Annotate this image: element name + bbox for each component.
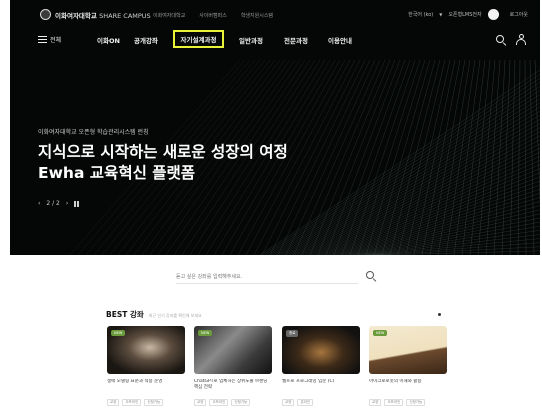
course-tag: 신청가능 [144, 399, 164, 406]
course-title: 웹프로 프로그래밍 입문 (C) [282, 379, 335, 384]
search-underline [176, 283, 358, 284]
site-logo-text: 이화여자대학교 SHARE CAMPUS [55, 10, 151, 20]
course-badge: NEW [111, 330, 126, 336]
course-meta: 교양 오프라인 신청가능 [369, 399, 447, 406]
course-search: 듣고 싶은 강좌를 입력해주세요. [176, 270, 380, 284]
course-tag: 교양 [107, 399, 120, 406]
slide-counter: 2 / 2 [46, 200, 60, 207]
chevron-down-icon: ▼ [439, 12, 443, 17]
pause-icon[interactable] [74, 200, 79, 207]
course-title: ChatGPT로 업체하는 상위노출 브랜딩 핵심 전략 [194, 379, 268, 390]
course-card[interactable]: 종료 웹프로 프로그래밍 입문 (C) 교양 온라인 [282, 326, 360, 406]
next-slide-button[interactable]: › [66, 200, 68, 207]
course-thumbnail: NEW [107, 326, 185, 374]
course-thumbnail: NEW [194, 326, 272, 374]
lms-label: 오픈형LMS전자 [448, 12, 482, 18]
main-nav: 전체 이화ON 공개강좌 자기설계과정 일반과정 전문과정 이용안내 [10, 28, 540, 54]
university-seal-icon [40, 9, 51, 20]
course-card[interactable]: NEW ChatGPT로 업체하는 상위노출 브랜딩 핵심 전략 교양 오프라인… [194, 326, 272, 406]
best-title: BEST 강좌 [106, 310, 144, 319]
course-tag: 교양 [369, 399, 382, 406]
hero-title: 지식으로 시작하는 새로운 성장의 여정 Ewha 교육혁신 플랫폼 [38, 142, 288, 184]
search-submit-icon[interactable] [366, 271, 376, 282]
more-dot-icon[interactable] [438, 313, 441, 316]
course-card[interactable]: NEW 마이크로로봇의 이해와 활용 교양 오프라인 신청가능 [369, 326, 447, 406]
nav-item-guide[interactable]: 이용안내 [328, 35, 352, 45]
utility-link-ewha[interactable]: 이화여자대학교 [153, 12, 185, 19]
search-input[interactable]: 듣고 싶은 강좌를 입력해주세요. [176, 273, 242, 280]
course-tag: 오프라인 [209, 399, 229, 406]
utility-links: 이화여자대학교 사이버캠퍼스 학생지원시스템 [153, 12, 273, 19]
course-badge: NEW [198, 330, 213, 336]
course-badge: 종료 [286, 330, 299, 337]
utility-link-student[interactable]: 학생지원시스템 [241, 12, 273, 19]
nav-icons [496, 34, 526, 46]
course-title: 생애 모델링 표준과 적용 운영 [107, 379, 163, 384]
logout-link[interactable]: 로그아웃 [510, 11, 528, 18]
all-menu-label: 전체 [50, 37, 62, 44]
utility-right: 한국어 (ko) ▼ 오픈형LMS전자 로그아웃 [408, 9, 528, 20]
best-section-header: BEST 강좌 최근 인기 강좌를 확인해 보세요 [106, 309, 202, 320]
brand-name-en: SHARE CAMPUS [99, 11, 151, 20]
hero-subtitle: 이화여자대학교 오픈형 학습관리시스템 런칭 [38, 129, 149, 136]
course-meta: 교양 온라인 [282, 399, 360, 406]
course-tag: 오프라인 [122, 399, 142, 406]
course-badge: NEW [373, 330, 388, 336]
hamburger-icon [38, 36, 47, 44]
all-menu-button[interactable]: 전체 [38, 35, 61, 44]
hero-pager: ‹ 2 / 2 › [38, 200, 79, 207]
course-tag: 온라인 [297, 399, 314, 406]
theme-toggle[interactable] [487, 9, 499, 20]
hero-banner: 이화여자대학교 SHARE CAMPUS 이화여자대학교 사이버캠퍼스 학생지원… [10, 0, 540, 255]
course-tag: 교양 [194, 399, 207, 406]
course-tag: 교양 [282, 399, 295, 406]
brand-name-ko: 이화여자대학교 [55, 11, 97, 20]
course-tag: 신청가능 [231, 399, 251, 406]
course-thumbnail: NEW [369, 326, 447, 374]
utility-link-cyber[interactable]: 사이버캠퍼스 [199, 12, 227, 19]
course-tag: 신청가능 [406, 399, 426, 406]
language-select[interactable]: 한국어 (ko) [408, 11, 433, 18]
course-title: 마이크로로봇의 이해와 활용 [369, 379, 422, 384]
site-logo[interactable]: 이화여자대학교 SHARE CAMPUS [40, 9, 151, 20]
course-tag: 오프라인 [384, 399, 404, 406]
hero-title-line2: Ewha 교육혁신 플랫폼 [38, 164, 196, 182]
best-description: 최근 인기 강좌를 확인해 보세요 [148, 313, 202, 318]
user-icon[interactable] [516, 34, 526, 45]
course-meta: 교양 오프라인 신청가능 [194, 399, 272, 406]
course-card[interactable]: NEW 생애 모델링 표준과 적용 운영 교양 오프라인 신청가능 [107, 326, 185, 406]
nav-item-self-design[interactable]: 자기설계과정 [173, 30, 224, 48]
nav-item-ewha-on[interactable]: 이화ON [97, 35, 120, 45]
nav-item-general[interactable]: 일반과정 [239, 35, 263, 45]
search-icon[interactable] [496, 34, 506, 46]
prev-slide-button[interactable]: ‹ [38, 200, 40, 207]
utility-bar: 이화여자대학교 SHARE CAMPUS 이화여자대학교 사이버캠퍼스 학생지원… [10, 0, 540, 28]
nav-item-professional[interactable]: 전문과정 [284, 35, 308, 45]
hero-title-line1: 지식으로 시작하는 새로운 성장의 여정 [38, 143, 288, 161]
nav-item-open-courses[interactable]: 공개강좌 [134, 35, 158, 45]
course-thumbnail: 종료 [282, 326, 360, 374]
course-meta: 교양 오프라인 신청가능 [107, 399, 185, 406]
